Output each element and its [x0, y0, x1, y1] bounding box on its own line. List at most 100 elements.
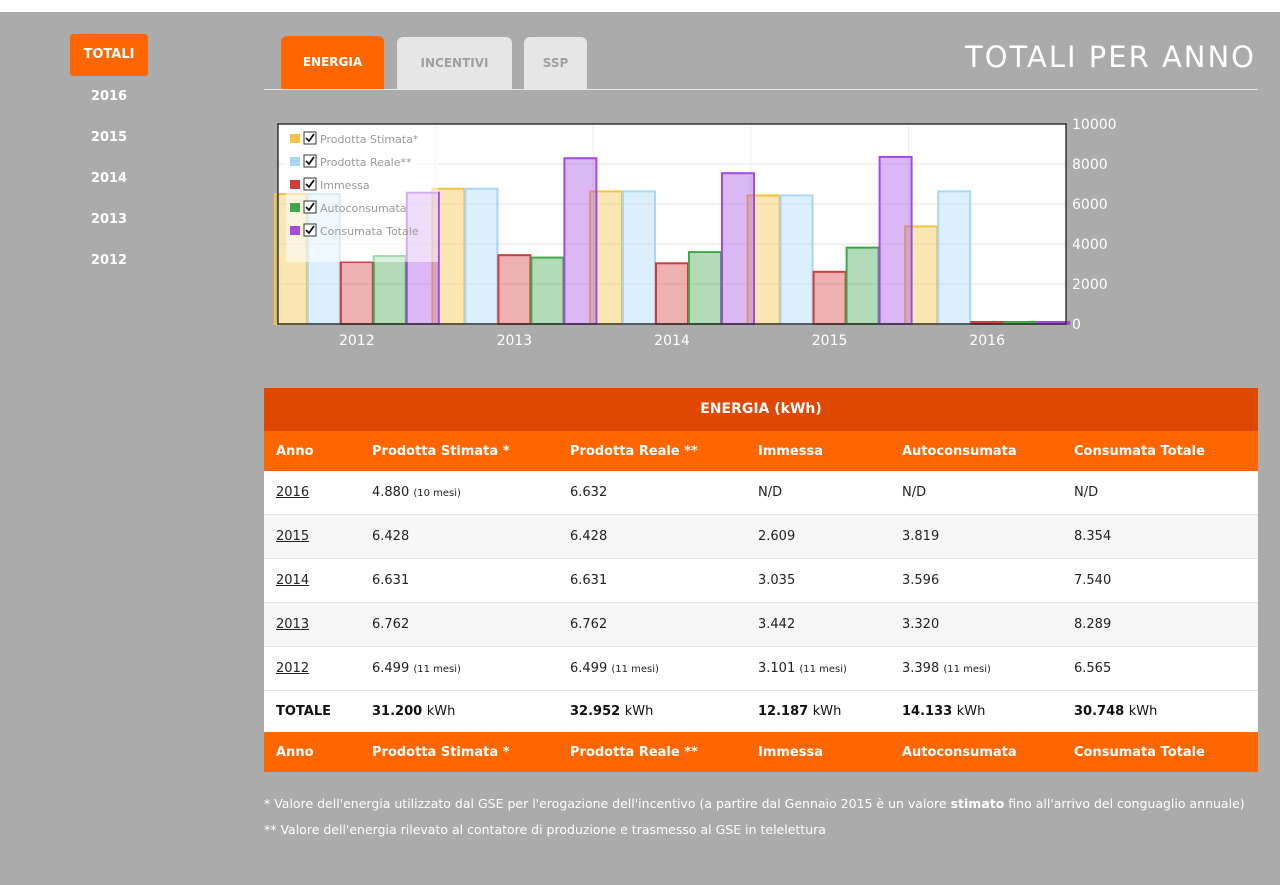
total-cell: 31.200 kWh [360, 690, 558, 732]
tab-ssp[interactable]: SSP [524, 37, 587, 89]
sidebar-item-2016[interactable]: 2016 [70, 76, 148, 117]
total-cell: 30.748 kWh [1062, 690, 1258, 732]
year-link[interactable]: 2013 [276, 617, 309, 632]
table-cell: 2.609 [746, 514, 890, 559]
legend-swatch [290, 180, 300, 189]
legend-checkbox [303, 131, 317, 145]
legend-label: Immessa [320, 179, 370, 192]
cell-value: 3.819 [902, 529, 940, 544]
cell-value: 6.632 [570, 485, 608, 500]
cell-value: 6.762 [372, 617, 410, 632]
energy-table: Anno Prodotta Stimata * Prodotta Reale *… [264, 431, 1258, 772]
bar-autoconsumata-2013 [530, 256, 565, 326]
cell-value: 3.035 [758, 573, 796, 588]
year-link[interactable]: 2012 [276, 661, 309, 676]
bar-autoconsumata-2015 [845, 246, 880, 325]
table-cell: 6.428 [558, 514, 746, 559]
tab-divider [264, 89, 1258, 90]
total-cell: 12.187 kWh [746, 690, 890, 732]
footer-header-cell: Consumata Totale [1062, 732, 1258, 772]
bar-immessa-2014 [655, 262, 689, 326]
total-unit: kWh [956, 704, 986, 719]
cell-value: 6.499 [372, 661, 410, 676]
total-unit: kWh [426, 704, 456, 719]
cell-year: 2015 [264, 514, 360, 559]
year-sidebar: TOTALI 2016 2015 2014 2013 2012 [70, 34, 148, 281]
footnote-1-bold: stimato [950, 796, 1005, 811]
year-link[interactable]: 2015 [276, 529, 309, 544]
total-unit: kWh [624, 704, 654, 719]
bar-prodotta-reale-2014 [622, 190, 656, 325]
year-link[interactable]: 2014 [276, 573, 309, 588]
cell-note: (11 mesi) [611, 664, 659, 675]
cell-value: 6.762 [570, 617, 608, 632]
legend-checkbox [303, 154, 317, 168]
bar-immessa-2012 [339, 260, 374, 325]
year-link[interactable]: 2016 [276, 485, 309, 500]
footer-header-cell: Prodotta Reale ** [558, 732, 746, 772]
tab-incentivi[interactable]: INCENTIVI [397, 37, 512, 89]
bar-prodotta-reale-2015 [779, 194, 814, 325]
bar-prodotta-reale-2013 [464, 187, 499, 326]
cell-note: (10 mesi) [413, 488, 461, 499]
cell-value: N/D [758, 485, 783, 500]
energy-chart: 0 2000 4000 6000 8000 10000 2012 2013 2014 2015 20… [264, 110, 1264, 360]
footnote-1: * Valore dell'energia utilizzato dal GSE… [264, 791, 1258, 817]
table-cell: 6.631 [360, 558, 558, 603]
cell-note: (11 mesi) [799, 664, 847, 675]
cell-value: 6.428 [372, 529, 410, 544]
table-cell: N/D [1062, 471, 1258, 515]
legend-label: Consumata Totale [320, 225, 419, 238]
header-prodotta-stimata: Prodotta Stimata * [360, 431, 558, 471]
legend-swatch [290, 203, 300, 212]
total-cell: 32.952 kWh [558, 690, 746, 732]
table-cell: 3.819 [890, 514, 1062, 559]
cell-value: 6.565 [1074, 661, 1112, 676]
sidebar-item-2012[interactable]: 2012 [70, 240, 148, 281]
bar-autoconsumata-2014 [688, 251, 722, 325]
total-unit: kWh [812, 704, 842, 719]
page-title: TOTALI PER ANNO [965, 40, 1256, 74]
cell-value: 3.320 [902, 617, 940, 632]
sidebar-item-totali[interactable]: TOTALI [70, 34, 148, 76]
cell-value: N/D [1074, 485, 1099, 500]
y-tick-label: 10000 [1072, 117, 1117, 133]
y-tick-label: 2000 [1072, 277, 1108, 293]
sidebar-item-2013[interactable]: 2013 [70, 199, 148, 240]
cell-note: (11 mesi) [943, 664, 991, 675]
header-prodotta-reale: Prodotta Reale ** [558, 431, 746, 471]
total-value: 32.952 [570, 704, 621, 719]
cell-value: 3.398 [902, 661, 940, 676]
bar-autoconsumata-2012 [372, 255, 407, 325]
bar-prodotta-reale-2016 [937, 190, 972, 325]
cell-value: 2.609 [758, 529, 796, 544]
table-cell: 6.632 [558, 471, 746, 515]
legend-checkbox [303, 223, 317, 237]
cell-value: 6.631 [372, 573, 410, 588]
table-header-row: Anno Prodotta Stimata * Prodotta Reale *… [264, 431, 1258, 471]
y-tick-label: 0 [1072, 317, 1081, 333]
legend-swatch [290, 157, 300, 166]
cell-year: 2016 [264, 471, 360, 515]
table-cell: 6.428 [360, 514, 558, 559]
cell-value: 6.631 [570, 573, 608, 588]
table-cell: 6.631 [558, 558, 746, 603]
table-cell: N/D [890, 471, 1062, 515]
cell-year: 2013 [264, 602, 360, 647]
y-tick-label: 4000 [1072, 237, 1108, 253]
bar-immessa-2015 [812, 270, 847, 326]
bar-consumata-totale-2013 [563, 157, 598, 325]
sidebar-item-2014[interactable]: 2014 [70, 158, 148, 199]
total-cell: 14.133 kWh [890, 690, 1062, 732]
sidebar-item-2015[interactable]: 2015 [70, 117, 148, 158]
tab-energia[interactable]: ENERGIA [281, 36, 384, 89]
x-tick-label: 2016 [969, 333, 1005, 349]
bar-consumata-totale-2015 [878, 155, 913, 325]
footnote-1-text-b: fino all'arrivo del conguaglio annuale) [1004, 796, 1245, 811]
footnote-1-text-a: * Valore dell'energia utilizzato dal GSE… [264, 796, 951, 811]
cell-value: 3.596 [902, 573, 940, 588]
table-cell: 3.596 [890, 558, 1062, 603]
table-cell: 4.880 (10 mesi) [360, 471, 558, 515]
table-row: 2016 4.880 (10 mesi) 6.632 N/D N/D N/D [264, 471, 1258, 515]
table-row: 2012 6.499 (11 mesi) 6.499 (11 mesi) 3.101 … [264, 646, 1258, 691]
